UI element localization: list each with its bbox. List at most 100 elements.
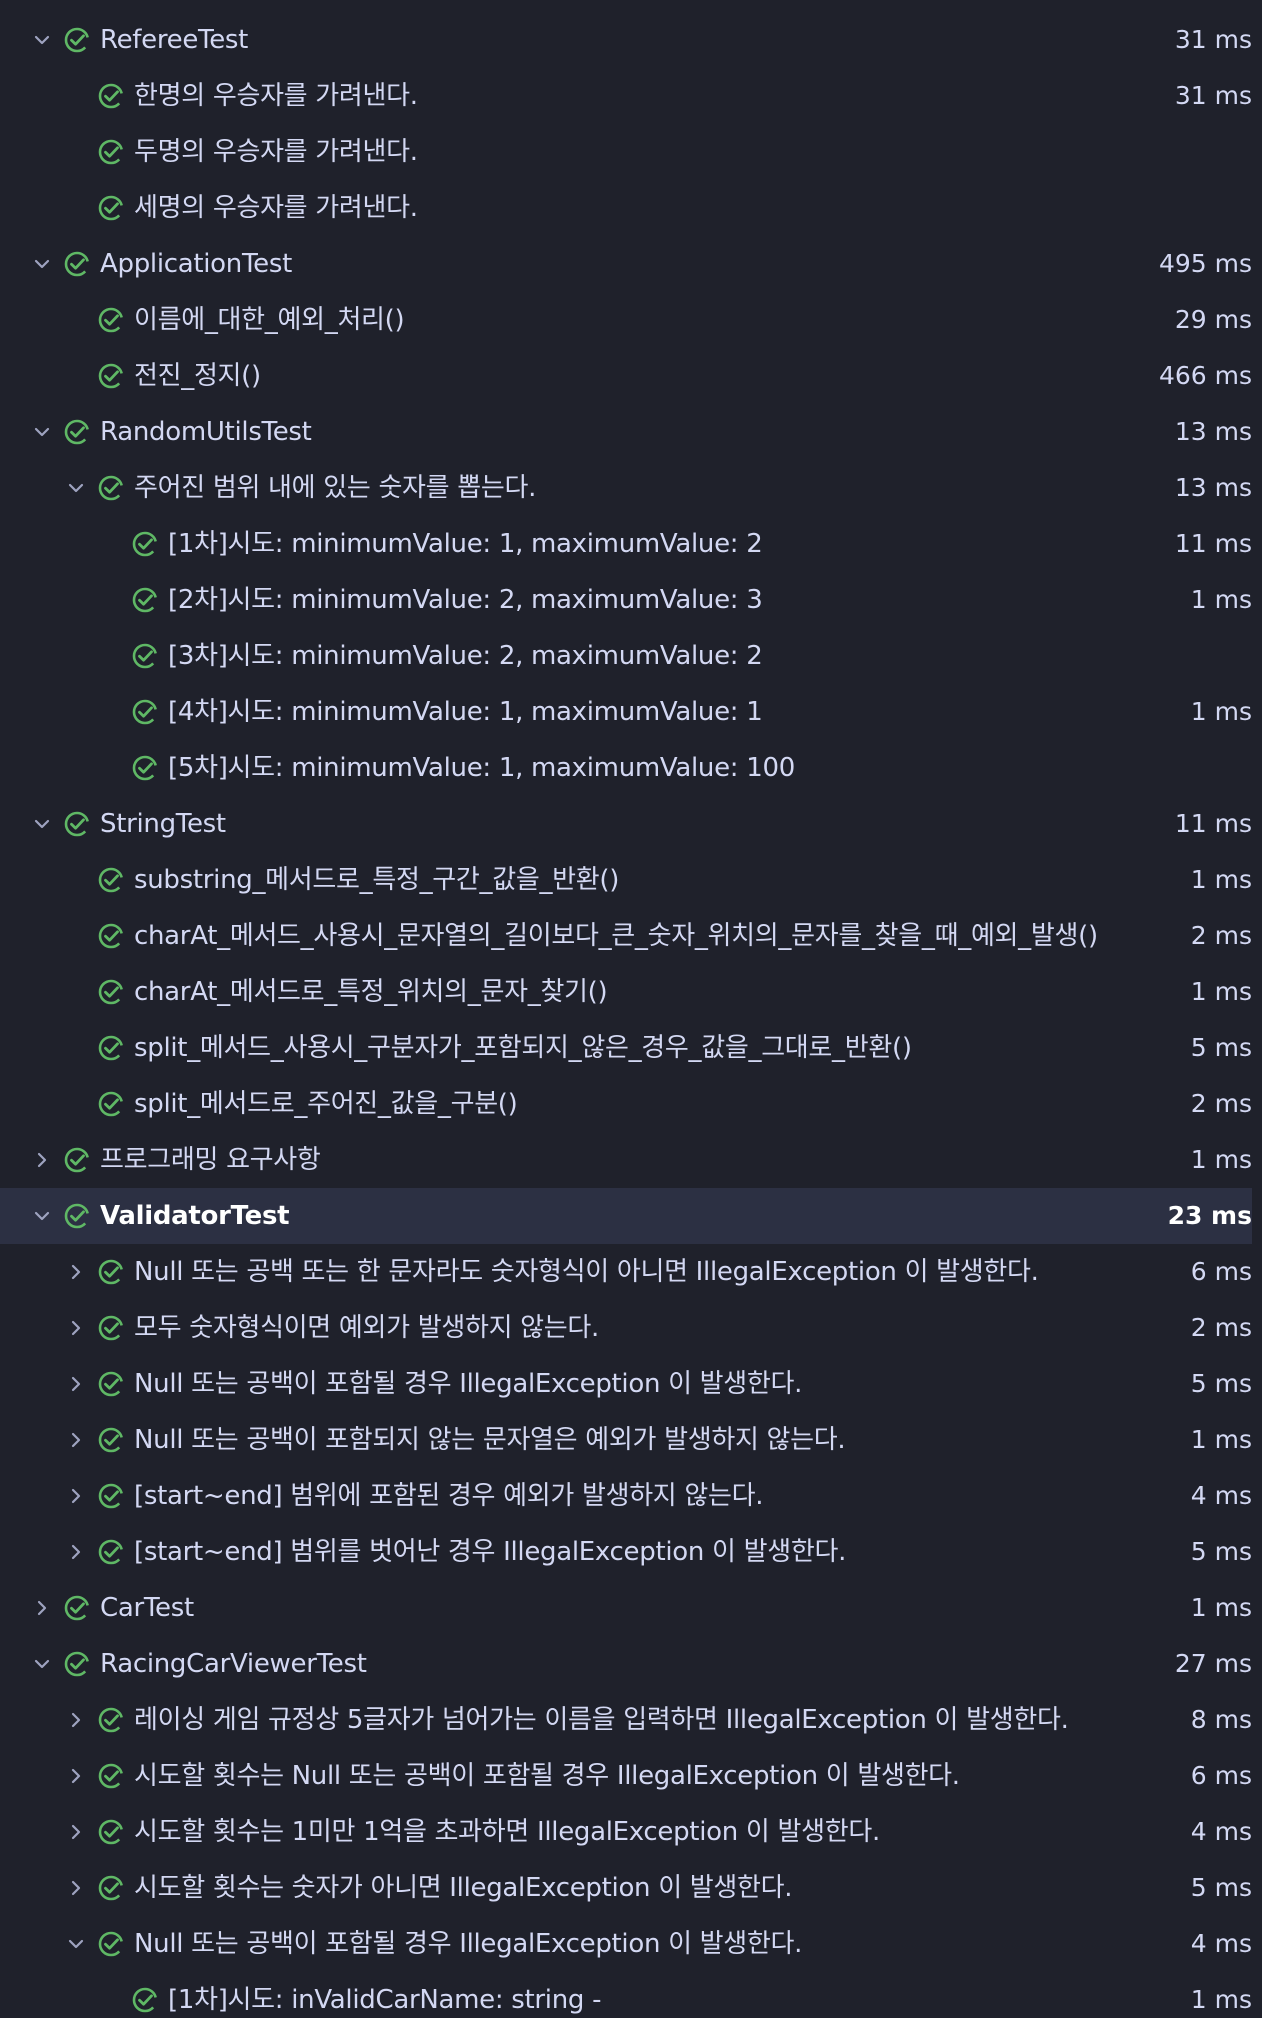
test-row[interactable]: StringTest 11 ms: [0, 796, 1252, 852]
test-duration: 31 ms: [1174, 81, 1252, 110]
test-duration: 6 ms: [1190, 1257, 1252, 1286]
test-row[interactable]: 이름에_대한_예외_처리() 29 ms: [0, 292, 1252, 348]
test-row[interactable]: 한명의 우승자를 가려낸다. 31 ms: [0, 68, 1252, 124]
test-passed-icon: [97, 1706, 125, 1734]
chevron-down-icon[interactable]: [30, 1652, 54, 1676]
test-row[interactable]: RacingCarViewerTest 27 ms: [0, 1636, 1252, 1692]
test-duration: 5 ms: [1190, 1537, 1252, 1566]
test-row[interactable]: 전진_정지() 466 ms: [0, 348, 1252, 404]
test-duration: 2 ms: [1190, 921, 1252, 950]
test-name: 세명의 우승자를 가려낸다.: [134, 193, 418, 223]
test-row[interactable]: [5차]시도: minimumValue: 1, maximumValue: 1…: [0, 740, 1252, 796]
chevron-right-icon[interactable]: [64, 1540, 88, 1564]
test-row[interactable]: 레이싱 게임 규정상 5글자가 넘어가는 이름을 입력하면 IllegalExc…: [0, 1692, 1252, 1748]
test-row[interactable]: [start~end] 범위에 포함된 경우 예외가 발생하지 않는다. 4 ms: [0, 1468, 1252, 1524]
test-row[interactable]: 주어진 범위 내에 있는 숫자를 뽑는다. 13 ms: [0, 460, 1252, 516]
test-row[interactable]: Null 또는 공백 또는 한 문자라도 숫자형식이 아니면 IllegalEx…: [0, 1244, 1252, 1300]
test-duration: 5 ms: [1190, 1369, 1252, 1398]
test-name: 이름에_대한_예외_처리(): [134, 305, 405, 335]
test-row[interactable]: RandomUtilsTest 13 ms: [0, 404, 1252, 460]
test-passed-icon: [131, 698, 159, 726]
test-row[interactable]: Null 또는 공백이 포함될 경우 IllegalException 이 발생…: [0, 1916, 1252, 1972]
test-row[interactable]: ApplicationTest 495 ms: [0, 236, 1252, 292]
test-row[interactable]: [4차]시도: minimumValue: 1, maximumValue: 1…: [0, 684, 1252, 740]
test-row[interactable]: 두명의 우승자를 가려낸다.: [0, 124, 1252, 180]
test-row[interactable]: Null 또는 공백이 포함되지 않는 문자열은 예외가 발생하지 않는다. 1 …: [0, 1412, 1252, 1468]
test-row[interactable]: 시도할 횟수는 Null 또는 공백이 포함될 경우 IllegalExcept…: [0, 1748, 1252, 1804]
test-duration: 11 ms: [1174, 809, 1252, 838]
test-row[interactable]: split_메서드_사용시_구분자가_포함되지_않은_경우_값을_그대로_반환(…: [0, 1020, 1252, 1076]
test-duration: 31 ms: [1174, 25, 1252, 54]
test-name: 전진_정지(): [134, 361, 261, 391]
chevron-right-icon[interactable]: [64, 1708, 88, 1732]
test-row[interactable]: charAt_메서드_사용시_문자열의_길이보다_큰_숫자_위치의_문자를_찾을…: [0, 908, 1252, 964]
test-row[interactable]: [3차]시도: minimumValue: 2, maximumValue: 2: [0, 628, 1252, 684]
test-row[interactable]: [2차]시도: minimumValue: 2, maximumValue: 3…: [0, 572, 1252, 628]
test-duration: 11 ms: [1174, 529, 1252, 558]
test-row[interactable]: [1차]시도: minimumValue: 1, maximumValue: 2…: [0, 516, 1252, 572]
test-row[interactable]: charAt_메서드로_특정_위치의_문자_찾기() 1 ms: [0, 964, 1252, 1020]
test-row[interactable]: 모두 숫자형식이면 예외가 발생하지 않는다. 2 ms: [0, 1300, 1252, 1356]
test-name: substring_메서드로_특정_구간_값을_반환(): [134, 865, 620, 895]
test-row[interactable]: [start~end] 범위를 벗어난 경우 IllegalException …: [0, 1524, 1252, 1580]
test-row[interactable]: CarTest 1 ms: [0, 1580, 1252, 1636]
test-row[interactable]: split_메서드로_주어진_값을_구분() 2 ms: [0, 1076, 1252, 1132]
chevron-right-icon[interactable]: [64, 1876, 88, 1900]
test-name: charAt_메서드_사용시_문자열의_길이보다_큰_숫자_위치의_문자를_찾을…: [134, 921, 1098, 951]
test-row[interactable]: ValidatorTest 23 ms: [0, 1188, 1252, 1244]
chevron-down-icon[interactable]: [64, 1932, 88, 1956]
test-passed-icon: [97, 474, 125, 502]
test-passed-icon: [63, 26, 91, 54]
chevron-right-icon[interactable]: [64, 1764, 88, 1788]
test-passed-icon: [97, 1034, 125, 1062]
test-name: split_메서드로_주어진_값을_구분(): [134, 1089, 518, 1119]
test-passed-icon: [63, 1650, 91, 1678]
test-passed-icon: [97, 1090, 125, 1118]
test-duration: 1 ms: [1190, 1985, 1252, 2014]
chevron-down-icon[interactable]: [30, 812, 54, 836]
chevron-down-icon[interactable]: [64, 476, 88, 500]
test-row[interactable]: 시도할 횟수는 숫자가 아니면 IllegalException 이 발생한다.…: [0, 1860, 1252, 1916]
test-name: 한명의 우승자를 가려낸다.: [134, 81, 418, 111]
chevron-right-icon[interactable]: [30, 1148, 54, 1172]
chevron-right-icon[interactable]: [64, 1316, 88, 1340]
test-passed-icon: [63, 418, 91, 446]
chevron-right-icon[interactable]: [30, 1596, 54, 1620]
test-duration: 2 ms: [1190, 1313, 1252, 1342]
chevron-right-icon[interactable]: [64, 1260, 88, 1284]
test-passed-icon: [63, 1202, 91, 1230]
chevron-right-icon[interactable]: [64, 1428, 88, 1452]
test-name: 시도할 횟수는 Null 또는 공백이 포함될 경우 IllegalExcept…: [134, 1761, 960, 1791]
test-duration: 1 ms: [1190, 585, 1252, 614]
chevron-right-icon[interactable]: [64, 1820, 88, 1844]
test-passed-icon: [131, 754, 159, 782]
test-passed-icon: [97, 138, 125, 166]
test-row[interactable]: [1차]시도: inValidCarName: string - 1 ms: [0, 1972, 1252, 2018]
test-duration: 1 ms: [1190, 1593, 1252, 1622]
test-name: [4차]시도: minimumValue: 1, maximumValue: 1: [168, 697, 763, 727]
test-passed-icon: [63, 810, 91, 838]
test-row[interactable]: substring_메서드로_특정_구간_값을_반환() 1 ms: [0, 852, 1252, 908]
test-duration: 4 ms: [1190, 1817, 1252, 1846]
chevron-right-icon[interactable]: [64, 1372, 88, 1396]
test-row[interactable]: Null 또는 공백이 포함될 경우 IllegalException 이 발생…: [0, 1356, 1252, 1412]
chevron-down-icon[interactable]: [30, 1204, 54, 1228]
test-passed-icon: [131, 586, 159, 614]
test-duration: 4 ms: [1190, 1481, 1252, 1510]
test-duration: 5 ms: [1190, 1033, 1252, 1062]
test-passed-icon: [97, 978, 125, 1006]
chevron-down-icon[interactable]: [30, 28, 54, 52]
chevron-down-icon[interactable]: [30, 420, 54, 444]
test-passed-icon: [63, 250, 91, 278]
test-results-tree: RefereeTest 31 ms 한명의 우승자를 가려낸다. 31 ms 두명의 우…: [0, 0, 1262, 2018]
test-duration: 1 ms: [1190, 697, 1252, 726]
test-duration: 466 ms: [1158, 361, 1252, 390]
test-row[interactable]: 프로그래밍 요구사항 1 ms: [0, 1132, 1252, 1188]
test-row[interactable]: 세명의 우승자를 가려낸다.: [0, 180, 1252, 236]
test-row[interactable]: RefereeTest 31 ms: [0, 12, 1252, 68]
chevron-down-icon[interactable]: [30, 252, 54, 276]
test-name: RacingCarViewerTest: [100, 1649, 367, 1679]
chevron-right-icon[interactable]: [64, 1484, 88, 1508]
test-name: [start~end] 범위에 포함된 경우 예외가 발생하지 않는다.: [134, 1481, 764, 1511]
test-row[interactable]: 시도할 횟수는 1미만 1억을 초과하면 IllegalException 이 …: [0, 1804, 1252, 1860]
